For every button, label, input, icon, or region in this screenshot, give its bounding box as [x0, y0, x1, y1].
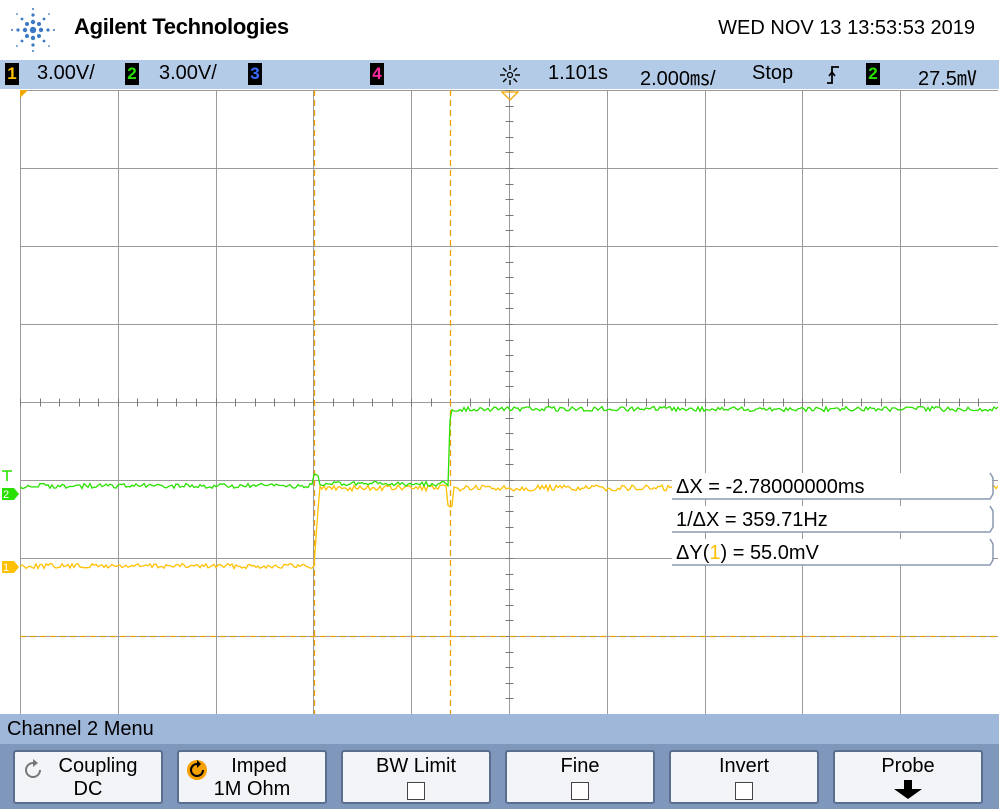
menu-title-bar: Channel 2 Menu [0, 714, 999, 744]
agilent-spark-logo-icon [11, 8, 55, 52]
measurement-readouts: ΔX = -2.78000000ms 1/ΔX = 359.71Hz ΔY(1)… [672, 472, 994, 566]
fine-checkbox[interactable] [571, 782, 589, 800]
channel-1-ground-marker: 1 [2, 561, 19, 574]
menu-title: Channel 2 Menu [7, 718, 154, 740]
invert-label: Invert [718, 755, 770, 777]
svg-text:ΔY(1) = 55.0mV: ΔY(1) = 55.0mV [676, 542, 820, 564]
status-bar: 1 3.00V/ 2 3.00V/ 3 4 1.101s 2.000㎳/ Sto… [0, 60, 999, 90]
impedance-value: 1M Ohm [213, 778, 291, 800]
time-reference-icon [500, 65, 520, 85]
delta-y-prefix: ΔY( [676, 542, 710, 564]
delta-y-channel: 1 [709, 542, 720, 564]
down-arrow-icon [894, 780, 922, 799]
time-scale: 2.000㎳/ [640, 68, 716, 90]
inverse-delta-x-text: 1/ΔX = 359.71Hz [676, 509, 828, 531]
coupling-softkey[interactable]: Coupling DC [13, 750, 163, 804]
channel-2-indicator[interactable]: 2 [125, 63, 139, 85]
svg-text:1: 1 [3, 562, 9, 574]
coupling-label: Coupling [58, 755, 138, 777]
delta-y-suffix: ) = 55.0mV [720, 542, 819, 564]
probe-softkey[interactable]: Probe [833, 750, 983, 804]
channel-4-indicator[interactable]: 4 [370, 63, 384, 85]
channel-2-scale: 3.00V/ [159, 62, 217, 84]
trigger-level: 27.5㎷ [918, 68, 977, 90]
channel-2-ground-marker: 2 [2, 488, 19, 501]
coupling-value: DC [73, 778, 103, 800]
bw-limit-softkey[interactable]: BW Limit [341, 750, 491, 804]
fine-softkey[interactable]: Fine [505, 750, 655, 804]
delta-x-readout: ΔX = -2.78000000ms [672, 472, 994, 500]
probe-label: Probe [881, 755, 935, 777]
trigger-edge-icon [827, 66, 839, 84]
svg-text:2: 2 [3, 489, 9, 501]
delta-x-text: ΔX = -2.78000000ms [676, 476, 864, 498]
time-delay: 1.101s [548, 62, 609, 84]
date-time: WED NOV 13 13:53:53 2019 [718, 17, 975, 39]
bw-limit-label: BW Limit [376, 755, 456, 777]
channel-3-indicator[interactable]: 3 [248, 63, 262, 85]
trigger-level-marker [2, 470, 12, 481]
trigger-source-indicator: 2 [866, 63, 880, 85]
channel-markers: 2 1 [2, 470, 19, 574]
top-bar: Agilent Technologies WED NOV 13 13:53:53… [0, 0, 999, 60]
softkey-bar: Coupling DC Imped 1M Ohm BW Limit Fine I… [0, 744, 999, 809]
channel-1-scale: 3.00V/ [37, 62, 95, 84]
inverse-delta-x-readout: 1/ΔX = 359.71Hz [672, 505, 994, 533]
impedance-label: Imped [231, 755, 287, 777]
fine-label: Fine [560, 755, 600, 777]
channel-1-indicator[interactable]: 1 [5, 63, 19, 85]
brand-name: Agilent Technologies [74, 14, 289, 39]
run-state[interactable]: Stop [752, 62, 793, 85]
waveform-display[interactable]: ΔX = -2.78000000ms 1/ΔX = 359.71Hz ΔY(1)… [20, 90, 998, 714]
impedance-softkey[interactable]: Imped 1M Ohm [177, 750, 327, 804]
bw-limit-checkbox[interactable] [407, 782, 425, 800]
invert-softkey[interactable]: Invert [669, 750, 819, 804]
invert-checkbox[interactable] [735, 782, 753, 800]
delta-y-readout: ΔY(1) = 55.0mV [672, 538, 994, 566]
